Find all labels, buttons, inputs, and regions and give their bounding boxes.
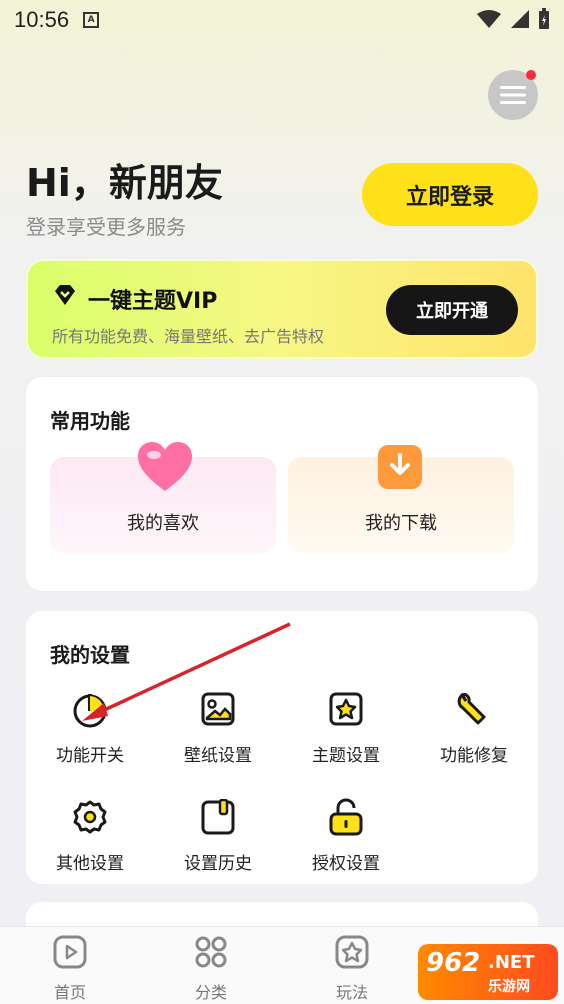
watermark-net: .NET xyxy=(488,952,535,973)
tab-play-label: 玩法 xyxy=(335,983,368,1002)
tab-category[interactable]: 分类 xyxy=(166,935,256,1003)
annotation-arrow xyxy=(82,622,291,721)
watermark-number: 962 xyxy=(426,948,481,978)
play-icon xyxy=(53,935,87,969)
site-watermark: 962 .NET 乐游网 xyxy=(418,944,558,1000)
grid-icon xyxy=(195,936,227,968)
star-icon xyxy=(335,935,369,969)
watermark-site-name: 乐游网 xyxy=(488,979,530,995)
tab-play[interactable]: 玩法 xyxy=(307,935,397,1003)
tab-category-label: 分类 xyxy=(194,983,227,1002)
tab-home-label: 首页 xyxy=(53,983,86,1002)
tab-home[interactable]: 首页 xyxy=(25,935,115,1003)
bottom-tab-bar: 首页 分类 玩法 我的 962 .NET 乐游网 xyxy=(0,926,564,1004)
